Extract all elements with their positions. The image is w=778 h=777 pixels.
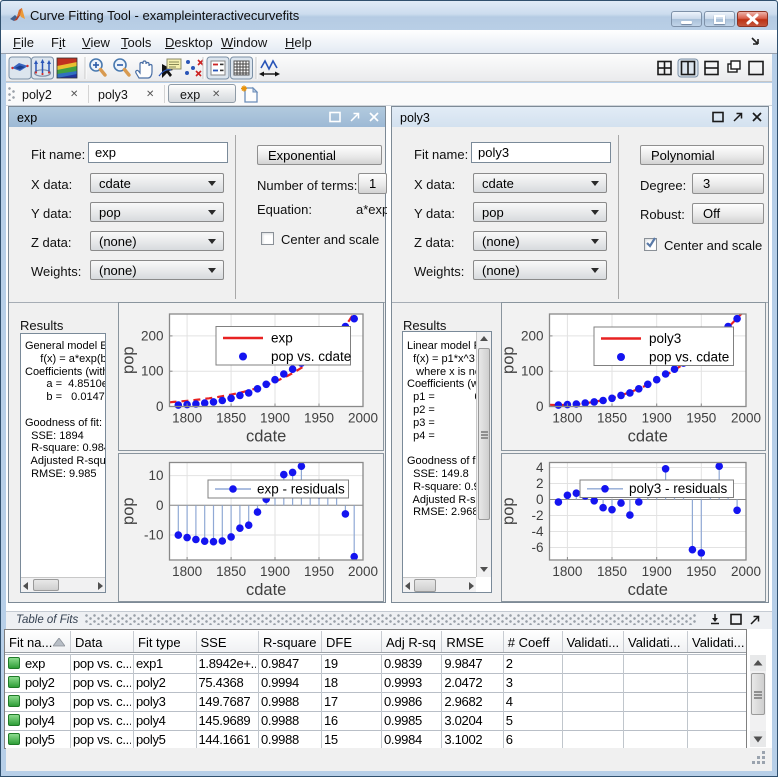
svg-text:1950: 1950	[686, 411, 716, 426]
svg-text:1950: 1950	[686, 564, 716, 579]
svg-text:1800: 1800	[172, 411, 202, 426]
svg-text:cdate: cdate	[246, 581, 286, 599]
svg-text:1800: 1800	[552, 411, 582, 426]
svg-text:1800: 1800	[172, 564, 202, 579]
svg-text:exp: exp	[271, 331, 293, 346]
svg-text:pop: pop	[501, 346, 518, 374]
svg-text:cdate: cdate	[627, 428, 667, 446]
svg-text:10: 10	[148, 468, 163, 483]
svg-text:-4: -4	[531, 524, 543, 539]
svg-text:1850: 1850	[596, 411, 626, 426]
svg-text:1950: 1950	[303, 411, 333, 426]
svg-text:pop vs. cdate: pop vs. cdate	[271, 349, 351, 364]
svg-text:-2: -2	[531, 508, 543, 523]
svg-text:2000: 2000	[730, 564, 760, 579]
svg-text:poly3: poly3	[649, 331, 681, 346]
svg-text:2000: 2000	[730, 411, 760, 426]
svg-text:4: 4	[535, 460, 543, 475]
svg-text:1900: 1900	[259, 411, 289, 426]
svg-text:200: 200	[520, 328, 543, 343]
svg-text:-6: -6	[531, 540, 543, 555]
svg-text:100: 100	[520, 364, 543, 379]
svg-text:exp - residuals: exp - residuals	[257, 481, 345, 496]
svg-text:1800: 1800	[552, 564, 582, 579]
svg-text:1900: 1900	[259, 564, 289, 579]
svg-text:0: 0	[155, 497, 163, 512]
svg-text:0: 0	[155, 399, 163, 414]
svg-text:1950: 1950	[303, 564, 333, 579]
svg-text:2000: 2000	[347, 411, 377, 426]
svg-text:1900: 1900	[641, 411, 671, 426]
svg-text:2000: 2000	[347, 564, 377, 579]
svg-text:0: 0	[535, 492, 543, 507]
svg-text:2: 2	[535, 476, 543, 491]
svg-text:poly3 - residuals: poly3 - residuals	[629, 481, 728, 496]
svg-text:1850: 1850	[216, 411, 246, 426]
svg-text:1850: 1850	[216, 564, 246, 579]
svg-text:cdate: cdate	[627, 581, 667, 599]
svg-text:pop vs. cdate: pop vs. cdate	[649, 350, 729, 365]
svg-text:pop: pop	[119, 497, 137, 525]
svg-text:-10: -10	[143, 527, 163, 542]
svg-text:1900: 1900	[641, 564, 671, 579]
svg-text:0: 0	[535, 399, 543, 414]
svg-text:100: 100	[140, 364, 163, 379]
svg-text:pop: pop	[501, 497, 518, 525]
svg-text:pop: pop	[119, 346, 137, 374]
svg-text:200: 200	[140, 328, 163, 343]
svg-text:1850: 1850	[596, 564, 626, 579]
svg-text:cdate: cdate	[246, 428, 286, 446]
